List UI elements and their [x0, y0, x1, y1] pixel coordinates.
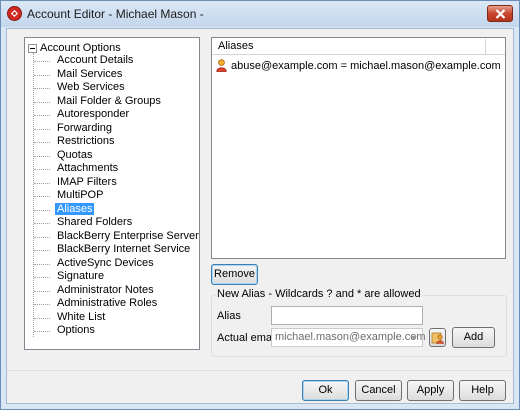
address-book-icon	[431, 332, 444, 344]
tree-item-forwarding[interactable]: Forwarding	[25, 121, 199, 136]
tree-item-label: Attachments	[57, 162, 119, 174]
tree-item-label: Restrictions	[57, 135, 115, 147]
tree-root-label: Account Options	[40, 42, 121, 54]
add-button[interactable]: Add	[452, 327, 495, 348]
close-icon	[495, 9, 506, 19]
tree-item-label: Administrator Notes	[57, 283, 154, 296]
tree-item-label: Mail Services	[57, 67, 123, 80]
tree-item-blackberry-internet-service[interactable]: BlackBerry Internet Service	[25, 243, 199, 257]
alias-label: Alias	[217, 310, 241, 322]
account-editor-window: Account Editor - Michael Mason - Account…	[0, 0, 520, 410]
collapse-icon[interactable]	[28, 44, 37, 53]
tree-item-label: Signature	[57, 270, 105, 282]
alias-input[interactable]	[271, 306, 423, 325]
tree-items: Account Details Mail Services Web Services…	[25, 54, 199, 338]
tree-item-administrative-roles[interactable]: Administrative Roles	[25, 297, 199, 311]
tree-item-label: Account Details	[57, 54, 134, 66]
tree-item-options[interactable]: Options	[25, 324, 199, 338]
tree-item-administrator-notes[interactable]: Administrator Notes	[25, 283, 199, 298]
tree-item-label: Shared Folders	[57, 216, 133, 228]
aliases-list-header[interactable]: Aliases	[212, 38, 505, 55]
actual-email-dropdown[interactable]: michael.mason@example.com	[271, 328, 426, 347]
tree-item-label: Autoresponder	[57, 108, 130, 120]
tree-item-label: Forwarding	[57, 121, 113, 134]
tree-item-label: Mail Folder & Groups	[57, 94, 161, 107]
help-button[interactable]: Help	[459, 380, 506, 401]
tree-item-label: BlackBerry Internet Service	[57, 243, 191, 255]
tree-item-label: White List	[57, 310, 106, 323]
alias-entry-text: abuse@example.com = michael.mason@exampl…	[231, 60, 501, 72]
tree-item-signature[interactable]: Signature	[25, 270, 199, 284]
tree-item-blackberry-enterprise-server[interactable]: BlackBerry Enterprise Server	[25, 229, 199, 244]
tree-item-label: BlackBerry Enterprise Server	[57, 229, 199, 242]
actual-email-label: Actual email	[217, 332, 277, 344]
chevron-down-icon[interactable]	[406, 330, 421, 345]
aliases-list[interactable]: Aliases abuse@example.com = michael.maso…	[211, 37, 506, 259]
app-icon	[7, 6, 22, 21]
tree-item-mail-services[interactable]: Mail Services	[25, 67, 199, 82]
tree-item-imap-filters[interactable]: IMAP Filters	[25, 175, 199, 190]
tree-item-quotas[interactable]: Quotas	[25, 148, 199, 163]
actual-email-value: michael.mason@example.com	[275, 331, 426, 343]
new-alias-group-title: New Alias - Wildcards ? and * are allowe…	[215, 288, 423, 300]
dialog-client-area: Account Options Account Details Mail Serv…	[6, 28, 514, 404]
tree-item-label: Aliases	[55, 202, 95, 215]
tree-item-mail-folder-groups[interactable]: Mail Folder & Groups	[25, 94, 199, 109]
window-title: Account Editor - Michael Mason -	[27, 7, 204, 21]
tree-item-label: Options	[57, 324, 95, 336]
user-icon	[216, 59, 227, 76]
tree-item-multipop[interactable]: MultiPOP	[25, 189, 199, 203]
tree-item-aliases[interactable]: Aliases	[25, 202, 199, 217]
tree-item-activesync-devices[interactable]: ActiveSync Devices	[25, 256, 199, 271]
tree-item-label: ActiveSync Devices	[57, 256, 154, 269]
tree-item-restrictions[interactable]: Restrictions	[25, 135, 199, 149]
tree-item-autoresponder[interactable]: Autoresponder	[25, 108, 199, 122]
tree-item-white-list[interactable]: White List	[25, 310, 199, 325]
tree-item-attachments[interactable]: Attachments	[25, 162, 199, 176]
tree-item-web-services[interactable]: Web Services	[25, 81, 199, 95]
remove-button[interactable]: Remove	[211, 264, 258, 285]
close-button[interactable]	[487, 5, 513, 22]
ok-button[interactable]: Ok	[302, 380, 349, 401]
tree-item-label: Administrative Roles	[57, 297, 158, 309]
cancel-button[interactable]: Cancel	[355, 380, 402, 401]
column-separator[interactable]	[485, 39, 486, 54]
tree-item-label: IMAP Filters	[57, 175, 117, 188]
title-bar: Account Editor - Michael Mason -	[1, 1, 519, 27]
aliases-column-header[interactable]: Aliases	[218, 40, 253, 52]
tree-item-shared-folders[interactable]: Shared Folders	[25, 216, 199, 230]
apply-button[interactable]: Apply	[407, 380, 454, 401]
list-item[interactable]: abuse@example.com = michael.mason@exampl…	[216, 59, 501, 73]
tree-item-label: MultiPOP	[57, 189, 104, 201]
tree-item-label: Web Services	[57, 81, 125, 93]
select-user-button[interactable]	[429, 328, 446, 347]
tree-item-account-details[interactable]: Account Details	[25, 54, 199, 68]
tree-item-label: Quotas	[57, 148, 93, 161]
footer-separator	[7, 370, 513, 371]
options-tree[interactable]: Account Options Account Details Mail Serv…	[24, 37, 200, 350]
